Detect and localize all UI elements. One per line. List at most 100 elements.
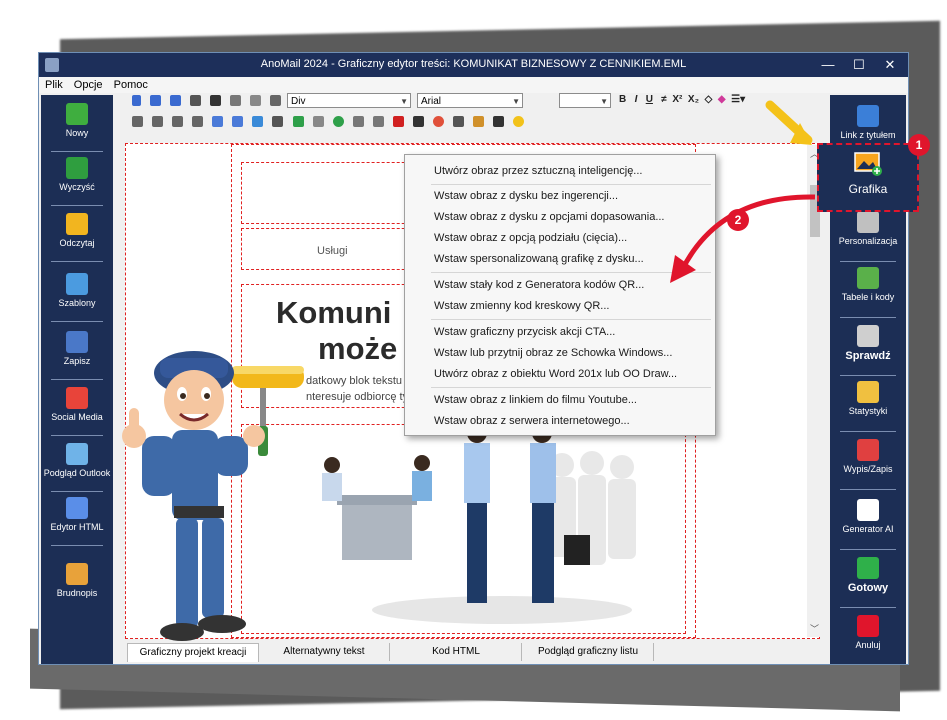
sidebar-item-tabele-i-kody[interactable]: Tabele i kody — [830, 267, 906, 302]
size-combo[interactable]: ▼ — [559, 93, 611, 108]
underline-icon[interactable]: U — [646, 94, 653, 105]
link-icon[interactable] — [352, 115, 364, 127]
special-char-icon[interactable] — [453, 115, 464, 127]
image-icon — [854, 152, 882, 176]
word-icon[interactable] — [210, 94, 222, 106]
cancel-icon — [857, 615, 879, 637]
paste-icon[interactable] — [270, 94, 282, 106]
dollar-icon[interactable] — [292, 115, 304, 127]
statistics-icon — [857, 381, 879, 403]
menu-item-youtube-image[interactable]: Wstaw obraz z linkiem do filmu Youtube..… — [434, 394, 637, 406]
sidebar-item-nowy[interactable]: Nowy — [41, 103, 113, 138]
sidebar-item-wyczyść[interactable]: Wyczyść — [41, 157, 113, 192]
menu-item-cta-button[interactable]: Wstaw graficzny przycisk akcji CTA... — [434, 326, 615, 338]
sidebar-item-odczytaj[interactable]: Odczytaj — [41, 213, 113, 248]
save-icon — [66, 331, 88, 353]
menu-item-personalized-image[interactable]: Wstaw spersonalizowaną grafikę z dysku..… — [434, 253, 644, 265]
sidebar-item-generator-ai[interactable]: Generator AI — [830, 499, 906, 534]
sidebar-separator — [51, 205, 103, 206]
outdent-icon[interactable] — [232, 115, 244, 127]
font-color-icon[interactable] — [392, 115, 404, 127]
sidebar-item-edytor-html[interactable]: Edytor HTML — [41, 497, 113, 532]
image-small-icon[interactable] — [252, 115, 264, 127]
italic-icon[interactable]: I — [635, 94, 638, 105]
table-small-icon[interactable] — [272, 115, 284, 127]
copy-icon[interactable] — [230, 94, 242, 106]
bold-icon[interactable]: B — [619, 94, 626, 105]
chevron-down-icon: ▼ — [512, 97, 520, 106]
menu-separator — [431, 387, 711, 388]
paragraph-icon[interactable] — [132, 94, 141, 106]
menu-item-ai-image[interactable]: Utwórz obraz przez sztuczną inteligencję… — [434, 165, 642, 177]
menu-item-clipboard-image[interactable]: Wstaw lub przytnij obraz ze Schowka Wind… — [434, 347, 672, 359]
nav-item-uslugi[interactable]: Usługi — [317, 245, 348, 257]
unsubscribe-icon — [857, 439, 879, 461]
sidebar-label: Edytor HTML — [50, 522, 104, 532]
justify-icon[interactable] — [192, 115, 204, 127]
folder-open-icon — [66, 213, 88, 235]
menu-opcje[interactable]: Opcje — [74, 79, 103, 91]
ready-check-icon — [857, 557, 879, 579]
sidebar-item-anuluj[interactable]: Anuluj — [830, 615, 906, 650]
style-combo[interactable]: Div ▼ — [287, 93, 411, 108]
sidebar-item-social-media[interactable]: Social Media — [41, 387, 113, 422]
image-insert-icon[interactable] — [473, 115, 485, 127]
sidebar-item-zapisz[interactable]: Zapisz — [41, 331, 113, 366]
globe-icon[interactable] — [332, 115, 344, 127]
align-center-icon[interactable] — [152, 115, 164, 127]
sidebar-separator — [51, 491, 103, 492]
close-button[interactable]: ✕ — [876, 56, 904, 74]
save-small-icon[interactable] — [190, 94, 202, 106]
indent-icon[interactable] — [212, 115, 224, 127]
sidebar-label: Odczytaj — [59, 238, 95, 248]
font-combo[interactable]: Arial ▼ — [417, 93, 523, 108]
menu-item-server-image[interactable]: Wstaw obraz z serwera internetowego... — [434, 415, 630, 427]
find-icon[interactable] — [493, 115, 505, 127]
sidebar-separator — [840, 549, 896, 550]
sidebar-item-gotowy[interactable]: Gotowy — [830, 557, 906, 594]
sidebar-item-link-z-tytułem[interactable]: Link z tytułem — [830, 105, 906, 140]
menu-item-static-qr[interactable]: Wstaw stały kod z Generatora kodów QR... — [434, 279, 644, 291]
bg-color-icon[interactable] — [412, 115, 424, 127]
menu-item-variable-qr[interactable]: Wstaw zmienny kod kreskowy QR... — [434, 300, 609, 312]
table-icon — [857, 267, 879, 289]
menu-item-disk-image-slice[interactable]: Wstaw obraz z opcją podziału (cięcia)... — [434, 232, 627, 244]
sidebar-item-podgląd-outlook[interactable]: Podgląd Outlook — [41, 443, 113, 478]
menu-item-disk-image-plain[interactable]: Wstaw obraz z dysku bez ingerencji... — [434, 190, 618, 202]
undo-icon[interactable] — [150, 94, 162, 106]
tab-kod-html[interactable]: Kod HTML — [391, 643, 522, 661]
sidebar-separator — [51, 151, 103, 152]
minimize-button[interactable]: — — [814, 56, 842, 74]
maximize-button[interactable]: ☐ — [845, 56, 873, 74]
headline-line-2: może — [318, 331, 398, 366]
scroll-down-icon[interactable]: ﹀ — [810, 622, 819, 635]
window-title: AnoMail 2024 - Graficzny edytor treści: … — [260, 58, 687, 70]
sidebar-item-sprawdź[interactable]: Sprawdź — [830, 325, 906, 362]
sidebar-item-brudnopis[interactable]: Brudnopis — [41, 563, 113, 598]
color-wheel-icon[interactable] — [432, 115, 444, 127]
html-editor-icon — [66, 497, 88, 519]
cut-icon[interactable] — [250, 94, 262, 106]
sidebar-item-personalizacja[interactable]: Personalizacja — [830, 211, 906, 246]
menu-plik[interactable]: Plik — [45, 79, 63, 91]
tab-podglad-graficzny[interactable]: Podgląd graficzny listu — [523, 643, 654, 661]
sidebar-item-wypis-zapis[interactable]: Wypis/Zapis — [830, 439, 906, 474]
sidebar-item-szablony[interactable]: Szablony — [41, 273, 113, 308]
hr-icon[interactable] — [312, 115, 324, 127]
draft-icon — [66, 563, 88, 585]
chevron-down-icon: ▼ — [400, 97, 408, 106]
menu-bar: Plik Opcje Pomoc — [39, 77, 908, 93]
unlink-icon[interactable] — [372, 115, 384, 127]
align-left-icon[interactable] — [132, 115, 143, 127]
menu-pomoc[interactable]: Pomoc — [114, 79, 148, 91]
menu-item-disk-image-fit[interactable]: Wstaw obraz z dysku z opcjami dopasowani… — [434, 211, 665, 223]
toolbar-row-2 — [129, 115, 527, 127]
emoji-icon[interactable] — [513, 115, 525, 127]
sidebar-label: Sprawdź — [845, 350, 891, 362]
menu-item-word-object[interactable]: Utwórz obraz z obiektu Word 201x lub OO … — [434, 368, 677, 380]
redo-icon[interactable] — [170, 94, 182, 106]
sidebar-item-statystyki[interactable]: Statystyki — [830, 381, 906, 416]
align-right-icon[interactable] — [172, 115, 184, 127]
outlook-icon — [66, 443, 88, 465]
chevron-down-icon: ▼ — [600, 97, 608, 106]
